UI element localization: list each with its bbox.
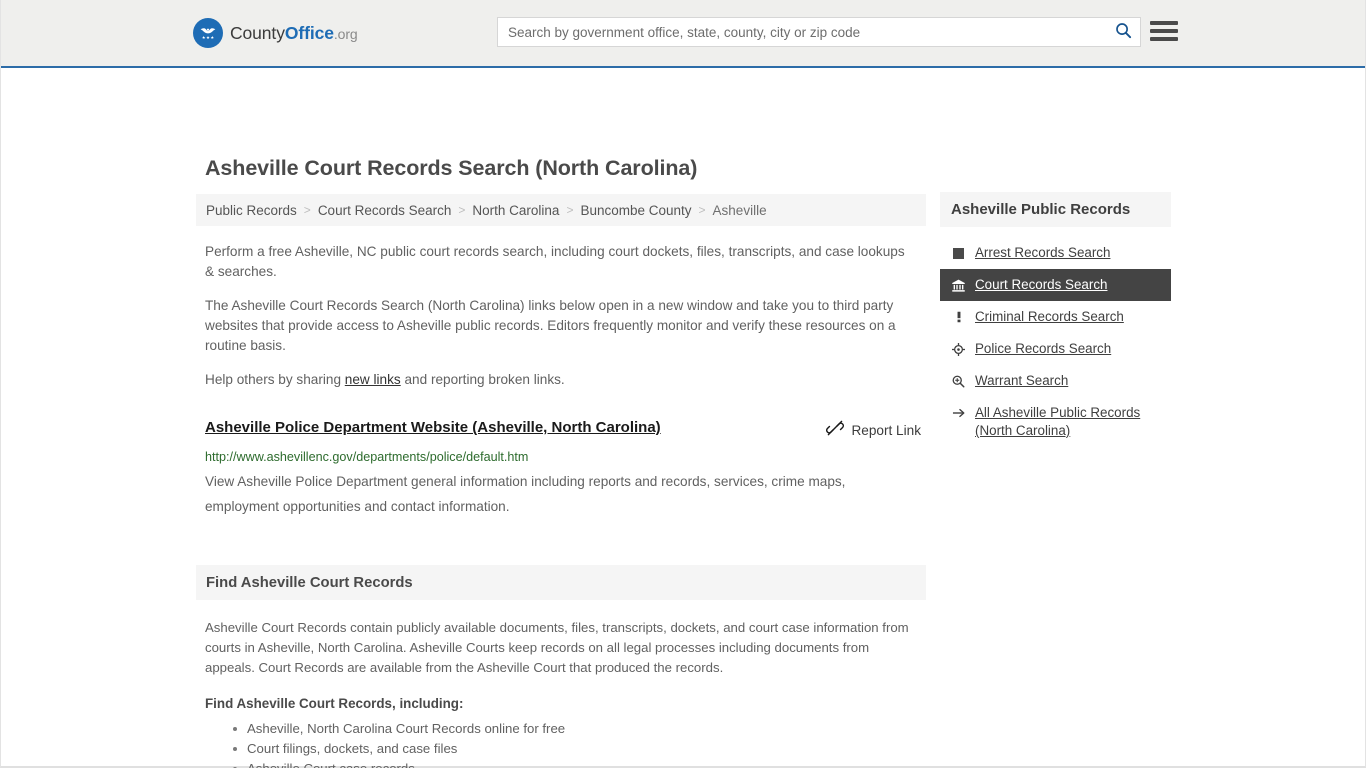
filled-square-icon xyxy=(951,244,966,262)
page-root: CountyOffice.org Asheville Court Records… xyxy=(0,0,1366,768)
eagle-shield-logo-icon xyxy=(193,18,223,48)
breadcrumb-separator: > xyxy=(698,203,706,217)
page-title: Asheville Court Records Search (North Ca… xyxy=(205,156,698,180)
magnifier-plus-icon xyxy=(951,372,966,390)
result-header-row: Asheville Police Department Website (Ash… xyxy=(205,418,921,442)
crosshair-target-icon xyxy=(951,340,966,358)
breadcrumb-separator: > xyxy=(458,203,466,217)
share-text-pre: Help others by sharing xyxy=(205,372,345,387)
search-result-item: Asheville Police Department Website (Ash… xyxy=(205,418,921,519)
sidebar-item-label: Court Records Search xyxy=(975,277,1108,292)
sidebar-list-item: All Asheville Public Records (North Caro… xyxy=(940,397,1171,447)
sidebar-list-item: Court Records Search xyxy=(940,269,1171,301)
sidebar-item-court-records-search[interactable]: Court Records Search xyxy=(940,269,1171,301)
site-logo[interactable]: CountyOffice.org xyxy=(193,18,358,48)
hamburger-bar xyxy=(1150,37,1178,41)
broken-link-icon xyxy=(826,419,845,442)
result-url[interactable]: http://www.ashevillenc.gov/departments/p… xyxy=(205,449,921,466)
exclamation-icon xyxy=(951,308,966,326)
intro-paragraph-2: The Asheville Court Records Search (Nort… xyxy=(205,298,896,353)
sidebar-list-item: Warrant Search xyxy=(940,365,1171,397)
breadcrumb: Public Records > Court Records Search > … xyxy=(196,194,926,226)
breadcrumb-item-asheville: Asheville xyxy=(712,202,767,218)
result-description: View Asheville Police Department general… xyxy=(205,474,846,514)
list-item: Asheville, North Carolina Court Records … xyxy=(233,719,926,739)
sidebar-list-item: Arrest Records Search xyxy=(940,237,1171,269)
find-records-section-header: Find Asheville Court Records xyxy=(196,565,926,600)
sidebar-item-label: Police Records Search xyxy=(975,341,1112,356)
search-input[interactable] xyxy=(498,18,1106,46)
breadcrumb-separator: > xyxy=(566,203,574,217)
report-link-button[interactable]: Report Link xyxy=(826,419,921,442)
logo-text-tld: .org xyxy=(333,25,358,42)
section-heading: Find Asheville Court Records xyxy=(206,574,413,591)
search-button[interactable] xyxy=(1106,18,1140,46)
search-bar xyxy=(497,17,1141,47)
site-header: CountyOffice.org xyxy=(1,0,1365,68)
sidebar-header: Asheville Public Records xyxy=(940,192,1171,227)
sidebar-list-item: Criminal Records Search xyxy=(940,301,1171,333)
list-item: Asheville Court case records xyxy=(233,759,926,768)
report-link-label: Report Link xyxy=(851,423,921,438)
sidebar-list: Arrest Records Search Court Records Sear… xyxy=(940,237,1171,447)
courthouse-icon xyxy=(951,276,966,294)
sidebar-item-label: Arrest Records Search xyxy=(975,245,1111,260)
section-subheading: Find Asheville Court Records, including: xyxy=(205,696,464,711)
sidebar-item-criminal-records-search[interactable]: Criminal Records Search xyxy=(940,301,1171,333)
breadcrumb-item-buncombe-county[interactable]: Buncombe County xyxy=(580,203,691,218)
list-item: Court filings, dockets, and case files xyxy=(233,739,926,759)
hamburger-bar xyxy=(1150,29,1178,33)
sidebar-item-label: Criminal Records Search xyxy=(975,309,1124,324)
section-paragraph: Asheville Court Records contain publicly… xyxy=(205,620,909,675)
hamburger-bar xyxy=(1150,21,1178,25)
hamburger-menu-icon[interactable] xyxy=(1150,18,1178,44)
sidebar: Asheville Public Records Arrest Records … xyxy=(940,192,1171,447)
breadcrumb-item-public-records[interactable]: Public Records xyxy=(206,203,297,218)
arrow-right-icon xyxy=(951,404,966,422)
intro-paragraph-1: Perform a free Asheville, NC public cour… xyxy=(205,244,905,279)
sidebar-list-item: Police Records Search xyxy=(940,333,1171,365)
sidebar-item-all-asheville-public-records[interactable]: All Asheville Public Records (North Caro… xyxy=(940,397,1171,447)
sidebar-item-arrest-records-search[interactable]: Arrest Records Search xyxy=(940,237,1171,269)
sidebar-item-label: Warrant Search xyxy=(975,373,1069,388)
intro-paragraph-3: Help others by sharing new links and rep… xyxy=(205,370,917,390)
breadcrumb-separator: > xyxy=(303,203,311,217)
logo-text-office: Office xyxy=(284,22,334,43)
records-bullet-list: Asheville, North Carolina Court Records … xyxy=(205,719,926,768)
sidebar-heading: Asheville Public Records xyxy=(951,201,1131,218)
share-text-post: and reporting broken links. xyxy=(400,372,565,387)
sidebar-item-label: All Asheville Public Records (North Caro… xyxy=(975,405,1141,438)
logo-text-county: County xyxy=(230,22,285,43)
main-column: Public Records > Court Records Search > … xyxy=(196,194,926,768)
search-icon xyxy=(1114,21,1133,43)
breadcrumb-item-north-carolina[interactable]: North Carolina xyxy=(472,203,559,218)
site-logo-text: CountyOffice.org xyxy=(230,23,358,44)
result-title-link[interactable]: Asheville Police Department Website (Ash… xyxy=(205,418,661,438)
breadcrumb-item-court-records-search[interactable]: Court Records Search xyxy=(318,203,452,218)
new-links-link[interactable]: new links xyxy=(345,372,401,387)
sidebar-item-warrant-search[interactable]: Warrant Search xyxy=(940,365,1171,397)
sidebar-item-police-records-search[interactable]: Police Records Search xyxy=(940,333,1171,365)
